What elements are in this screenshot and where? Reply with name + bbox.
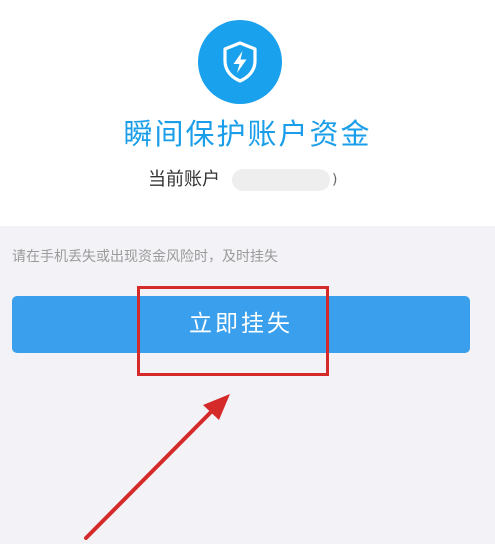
account-label: 当前账户 xyxy=(148,169,220,190)
shield-lightning-icon xyxy=(223,41,257,83)
loss-report-hint: 请在手机丢失或出现资金风险时，及时挂失 xyxy=(12,249,278,265)
account-suffix: ) xyxy=(332,172,338,188)
current-account-row: 当前账户 ) xyxy=(148,164,337,196)
masked-account-number xyxy=(232,169,330,191)
top-section: 瞬间保护账户资金 当前账户 ) xyxy=(0,0,495,226)
page-title: 瞬间保护账户资金 xyxy=(123,117,372,151)
report-loss-button[interactable]: 立即挂失 xyxy=(12,296,470,353)
shield-badge xyxy=(198,20,282,104)
